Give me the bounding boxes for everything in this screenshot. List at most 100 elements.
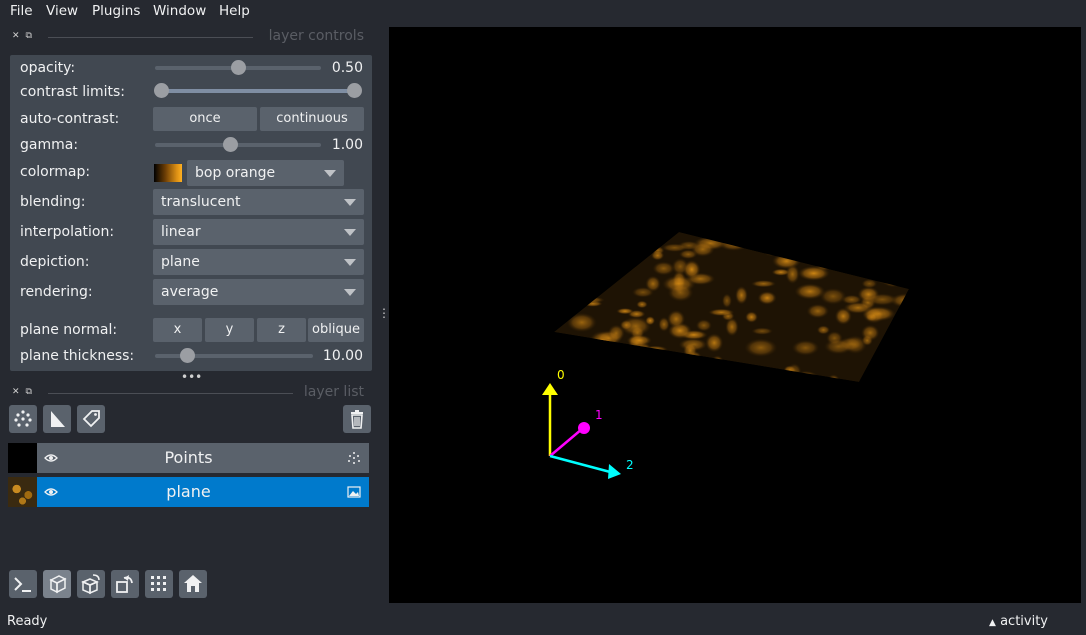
vertical-splitter-handle[interactable]: ⋮ <box>378 306 390 326</box>
volume-rendering: 0 1 2 <box>542 232 909 479</box>
plane-blob <box>794 283 826 300</box>
interpolation-dropdown[interactable]: linear <box>153 219 364 245</box>
plane-blob <box>596 244 626 260</box>
plane-blob <box>636 300 648 309</box>
plane-blob <box>772 253 801 270</box>
contrast-limits-track[interactable] <box>162 89 355 93</box>
opacity-slider-handle[interactable] <box>231 60 246 75</box>
console-button[interactable] <box>9 570 37 598</box>
plane-blob <box>895 232 908 241</box>
colormap-dropdown[interactable]: bop orange <box>187 160 344 186</box>
new-points-layer-button[interactable] <box>9 405 37 433</box>
plane-normal-oblique-button[interactable]: oblique <box>308 318 364 342</box>
menu-plugins[interactable]: Plugins <box>92 3 140 19</box>
plane-normal-x-button[interactable]: x <box>153 318 202 342</box>
layer-row-plane[interactable]: plane <box>8 477 369 507</box>
plane-blob <box>882 274 904 288</box>
menu-view[interactable]: View <box>46 3 78 19</box>
auto-contrast-continuous-button[interactable]: continuous <box>260 107 364 131</box>
plane-blob <box>647 370 673 379</box>
menu-help[interactable]: Help <box>219 3 250 19</box>
plane-blob <box>695 319 712 332</box>
plane-blob <box>554 270 564 289</box>
viewer-canvas[interactable]: 0 1 2 <box>389 27 1081 603</box>
plane-blob <box>827 374 840 382</box>
home-icon <box>184 575 202 592</box>
activity-button[interactable]: ▲ activity <box>989 614 1048 629</box>
contrast-limits-low-handle[interactable] <box>154 83 169 98</box>
axis-1-marker <box>578 422 590 434</box>
layer-row-points[interactable]: Points <box>8 443 369 473</box>
plane-blob <box>860 324 880 341</box>
plane-blob <box>745 311 759 323</box>
new-shapes-layer-button[interactable] <box>43 405 71 433</box>
chevron-down-icon <box>344 199 356 206</box>
delete-layer-button[interactable] <box>343 405 371 433</box>
menu-window[interactable]: Window <box>153 3 206 19</box>
layer-controls-titlebar: ✕⧉ layer controls <box>8 28 364 46</box>
layer-list-titlebar: ✕⧉ layer list <box>8 384 364 402</box>
rendering-label: rendering: <box>20 284 93 300</box>
plane-blob <box>566 312 597 333</box>
plane-blob <box>576 232 596 247</box>
chevron-down-icon <box>344 289 356 296</box>
auto-contrast-once-button[interactable]: once <box>153 107 257 131</box>
plane-blob <box>793 370 818 382</box>
plane-blob <box>554 299 575 314</box>
plane-blob <box>797 265 830 281</box>
plane-blob <box>708 308 735 317</box>
rendering-value: average <box>161 284 219 300</box>
plane-normal-y-button[interactable]: y <box>205 318 254 342</box>
layer-thumbnail <box>8 477 37 507</box>
blending-label: blending: <box>20 194 86 210</box>
blending-value: translucent <box>161 194 241 210</box>
terminal-icon <box>14 577 31 592</box>
plane-blob <box>781 232 792 238</box>
plane-normal-z-button[interactable]: z <box>257 318 306 342</box>
roll-cube-icon <box>81 574 100 595</box>
plane-blob <box>644 232 666 241</box>
axis-0-label: 0 <box>557 368 565 382</box>
plane-blob <box>606 249 621 260</box>
plane-thickness-label: plane thickness: <box>20 348 135 364</box>
plane-blob <box>744 338 778 357</box>
menu-file[interactable]: File <box>10 3 33 19</box>
plane-blob <box>873 250 889 264</box>
roll-dimensions-button[interactable] <box>77 570 105 598</box>
axis-1-label: 1 <box>595 408 603 422</box>
dock-float-close-icons[interactable]: ✕⧉ <box>12 31 38 41</box>
plane-blob <box>667 283 694 302</box>
gamma-slider-track[interactable] <box>155 143 321 147</box>
new-labels-layer-button[interactable] <box>77 405 105 433</box>
plane-blob <box>711 355 724 369</box>
gamma-value: 1.00 <box>331 137 363 153</box>
gamma-slider-handle[interactable] <box>222 137 238 152</box>
dock-float-close-icons[interactable]: ✕⧉ <box>12 387 38 397</box>
depiction-dropdown[interactable]: plane <box>153 249 364 275</box>
blending-dropdown[interactable]: translucent <box>153 189 364 215</box>
depiction-value: plane <box>161 254 200 270</box>
plane-blob <box>882 362 909 380</box>
plane-blob <box>898 323 909 339</box>
transpose-dimensions-button[interactable] <box>111 570 139 598</box>
chevron-down-icon <box>344 259 356 266</box>
colormap-preview <box>154 164 182 182</box>
grid-view-button[interactable] <box>145 570 173 598</box>
toggle-ndisplay-button[interactable] <box>43 570 71 598</box>
plane-blob <box>726 232 747 242</box>
rendering-dropdown[interactable]: average <box>153 279 364 305</box>
plane-blob <box>600 232 633 250</box>
layer-name[interactable]: Points <box>48 448 329 467</box>
rendered-plane <box>554 232 909 382</box>
plane-blob <box>575 270 596 286</box>
horizontal-splitter-handle[interactable]: ••• <box>181 370 202 384</box>
transpose-icon <box>116 575 133 593</box>
layer-name[interactable]: plane <box>48 482 329 501</box>
plane-thickness-slider-handle[interactable] <box>179 348 195 363</box>
contrast-limits-high-handle[interactable] <box>347 83 362 98</box>
reset-view-button[interactable] <box>179 570 207 598</box>
plane-blob <box>717 232 742 245</box>
interpolation-value: linear <box>161 224 201 240</box>
plane-thickness-slider-track[interactable] <box>155 354 313 358</box>
plane-blob <box>690 241 715 257</box>
